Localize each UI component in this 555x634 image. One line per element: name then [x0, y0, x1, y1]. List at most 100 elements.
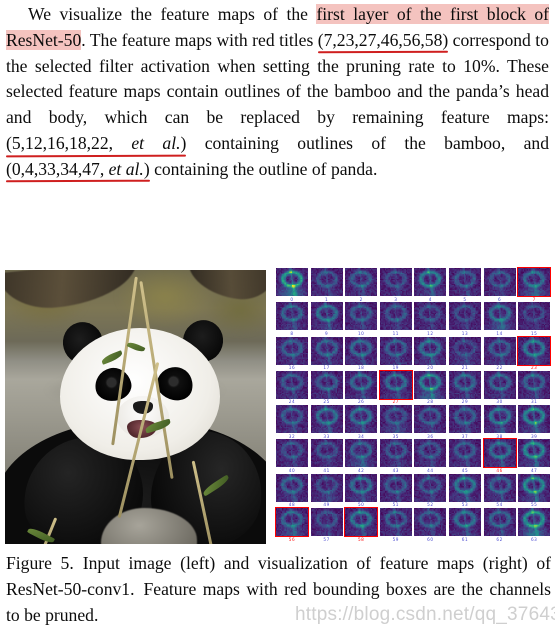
feature-map-cell-4[interactable] — [414, 268, 447, 296]
feature-map-thumbnail — [414, 508, 447, 537]
feature-map-cell-45[interactable] — [449, 439, 481, 468]
feature-map-cell-55[interactable] — [518, 473, 551, 502]
paragraph-segment-1: We visualize the feature maps of the — [28, 4, 317, 24]
feature-map-label-2: 2 — [359, 296, 363, 302]
feature-map-cell-61[interactable] — [449, 508, 481, 537]
feature-map-cell-31[interactable] — [518, 370, 551, 399]
feature-map-cell-46[interactable] — [482, 438, 517, 469]
feature-map-thumbnail — [414, 268, 447, 296]
feature-map-cell-41[interactable] — [310, 439, 343, 468]
feature-map-cell-25[interactable] — [310, 370, 343, 399]
feature-map-cell-44[interactable] — [414, 439, 447, 468]
feature-map-cell-30[interactable] — [483, 370, 516, 399]
feature-map-cell-12[interactable] — [414, 302, 447, 331]
feature-map-cell-48[interactable] — [276, 473, 308, 502]
feature-map-cell-21[interactable] — [449, 336, 481, 365]
feature-map-cell-32[interactable] — [276, 405, 308, 434]
feature-map-label-10: 10 — [357, 330, 365, 336]
feature-map-cell-9[interactable] — [310, 302, 343, 331]
feature-map-cell-37[interactable] — [449, 405, 481, 434]
feature-map-cell-26[interactable] — [345, 370, 378, 399]
feature-map-label-32: 32 — [288, 433, 296, 439]
feature-map-label-3: 3 — [394, 296, 398, 302]
feature-map-cell-38[interactable] — [483, 405, 516, 434]
feature-map-label-60: 60 — [427, 536, 434, 542]
feature-map-cell-6[interactable] — [483, 268, 516, 296]
feature-map-label-53: 53 — [461, 502, 469, 508]
feature-map-thumbnail — [345, 370, 378, 399]
feature-map-cell-1[interactable] — [310, 268, 343, 296]
feature-map-cell-54[interactable] — [483, 473, 516, 502]
feature-map-cell-11[interactable] — [379, 302, 412, 331]
feature-map-label-0: 0 — [290, 296, 294, 302]
feature-map-cell-49[interactable] — [310, 473, 343, 502]
feature-map-cell-62[interactable] — [483, 508, 516, 537]
feature-map-cell-13[interactable] — [449, 302, 481, 331]
feature-map-label-25: 25 — [323, 399, 330, 405]
feature-map-cell-50[interactable] — [345, 473, 378, 502]
feature-map-cell-15[interactable] — [518, 302, 551, 331]
feature-map-thumbnail — [483, 508, 516, 537]
feature-map-label-11: 11 — [392, 330, 400, 336]
feature-map-cell-58[interactable] — [344, 507, 379, 538]
feature-map-cell-60[interactable] — [414, 508, 447, 537]
feature-map-cell-59[interactable] — [379, 508, 412, 537]
feature-map-label-9: 9 — [324, 330, 329, 336]
feature-map-label-42: 42 — [357, 467, 365, 473]
feature-map-cell-10[interactable] — [345, 302, 378, 331]
feature-map-cell-5[interactable] — [449, 268, 481, 296]
feature-map-cell-47[interactable] — [518, 439, 551, 468]
feature-map-cell-19[interactable] — [379, 336, 412, 365]
feature-map-cell-52[interactable] — [414, 473, 447, 502]
feature-map-grid: 0 1 2 3 4 5 6 7 8 9 10 11 12 13 14 15 16 17 18 19 20 21 22 23 24… — [275, 267, 554, 550]
feature-map-cell-18[interactable] — [345, 336, 378, 365]
feature-map-cell-43[interactable] — [379, 439, 412, 468]
body-paragraph: We visualize the feature maps of the fir… — [6, 2, 549, 183]
feature-map-label-56: 56 — [288, 536, 296, 542]
bamboo-list-etal: et al. — [131, 132, 181, 153]
feature-map-thumbnail — [310, 473, 343, 502]
underlined-channel-list-pruned: (7,23,27,46,56,58) — [317, 29, 449, 50]
feature-map-cell-42[interactable] — [345, 439, 378, 468]
feature-map-row: 16 17 18 19 20 21 22 23 — [276, 335, 554, 371]
feature-map-thumbnail — [483, 370, 516, 399]
feature-map-cell-51[interactable] — [379, 473, 412, 502]
feature-map-cell-36[interactable] — [414, 405, 447, 434]
feature-map-label-40: 40 — [288, 467, 296, 473]
panda-pupil-right — [169, 377, 178, 386]
feature-map-cell-14[interactable] — [483, 302, 516, 331]
feature-map-cell-24[interactable] — [276, 370, 308, 399]
feature-map-cell-34[interactable] — [345, 405, 378, 434]
csdn-watermark: https://blog.csdn.net/qq_37643960 — [295, 604, 555, 625]
feature-map-cell-16[interactable] — [276, 336, 308, 365]
feature-map-cell-3[interactable] — [379, 268, 412, 296]
feature-map-cell-8[interactable] — [276, 302, 308, 331]
panda-list-pre: (0,4,33,34,47, — [6, 158, 109, 179]
feature-map-cell-56[interactable] — [275, 507, 309, 538]
feature-map-thumbnail — [449, 336, 481, 365]
feature-map-cell-57[interactable] — [310, 508, 343, 537]
feature-map-cell-27[interactable] — [378, 369, 413, 400]
feature-map-cell-28[interactable] — [414, 370, 447, 399]
feature-map-cell-33[interactable] — [310, 405, 343, 434]
feature-map-cell-63[interactable] — [518, 508, 551, 537]
feature-map-cell-2[interactable] — [345, 268, 378, 296]
feature-map-cell-40[interactable] — [276, 439, 308, 468]
feature-map-thumbnail — [449, 370, 481, 399]
feature-map-thumbnail — [483, 268, 516, 296]
feature-map-cell-0[interactable] — [276, 268, 308, 296]
feature-map-cell-29[interactable] — [449, 370, 481, 399]
feature-map-thumbnail — [483, 302, 516, 331]
feature-map-label-19: 19 — [392, 365, 400, 371]
feature-map-cell-20[interactable] — [414, 336, 447, 365]
feature-map-thumbnail — [310, 405, 343, 434]
feature-map-label-6: 6 — [497, 296, 502, 302]
feature-map-cell-23[interactable] — [517, 335, 552, 366]
feature-map-cell-17[interactable] — [310, 336, 343, 365]
feature-map-row: 8 9 10 11 12 13 14 15 — [276, 302, 554, 336]
feature-map-cell-35[interactable] — [379, 405, 412, 434]
feature-map-cell-53[interactable] — [449, 473, 481, 502]
feature-map-cell-7[interactable] — [517, 267, 552, 297]
feature-map-cell-22[interactable] — [483, 336, 516, 365]
feature-map-cell-39[interactable] — [518, 405, 551, 434]
